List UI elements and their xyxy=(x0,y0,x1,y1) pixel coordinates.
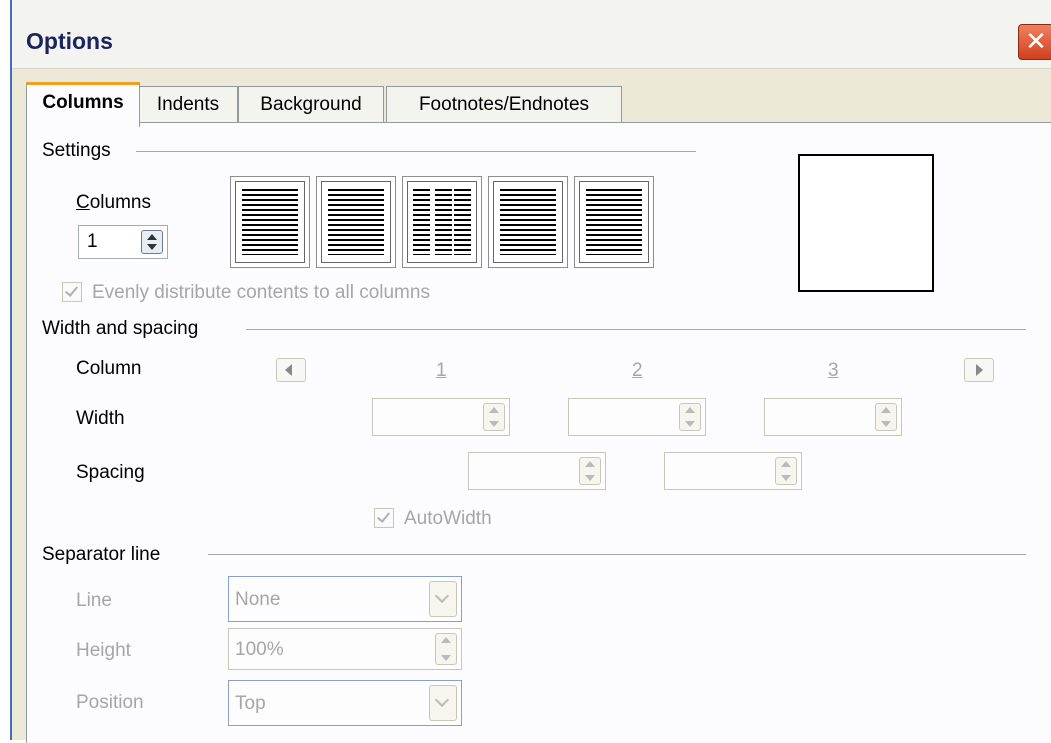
tab-footnotes-endnotes[interactable]: Footnotes/Endnotes xyxy=(386,86,622,123)
columns-stepper[interactable]: 1 xyxy=(78,225,168,259)
autowidth-checkbox[interactable] xyxy=(374,508,394,528)
spin-arrows-icon[interactable] xyxy=(435,633,457,665)
dropdown-arrow-icon[interactable] xyxy=(429,581,457,617)
preset-two-columns-left-wide[interactable] xyxy=(488,176,568,268)
column-number-2: 2 xyxy=(632,360,643,381)
options-dialog: Options ✕ Columns Indents Background Foo… xyxy=(10,0,1051,743)
spin-arrows-icon[interactable] xyxy=(579,457,601,485)
preset-three-columns[interactable] xyxy=(402,176,482,268)
tab-background[interactable]: Background xyxy=(238,86,384,123)
settings-divider xyxy=(136,151,696,152)
width-field-2[interactable] xyxy=(568,398,706,436)
line-value: None xyxy=(235,589,281,610)
height-value: 100% xyxy=(235,639,284,660)
width-field-3[interactable] xyxy=(764,398,902,436)
page-preview xyxy=(798,154,934,292)
height-label: Height xyxy=(76,640,131,661)
spin-arrows-icon[interactable] xyxy=(483,403,505,431)
columns-label: Columns xyxy=(76,192,151,213)
spin-arrows-icon[interactable] xyxy=(141,230,163,254)
position-value: Top xyxy=(235,693,266,714)
dialog-title: Options xyxy=(26,28,113,54)
arrow-left-icon[interactable] xyxy=(276,358,306,382)
spacing-label: Spacing xyxy=(76,462,145,483)
separator-heading: Separator line xyxy=(42,544,161,565)
spin-arrows-icon[interactable] xyxy=(775,457,797,485)
tab-label: Background xyxy=(260,94,362,115)
tab-label: Columns xyxy=(42,92,124,113)
column-label: Column xyxy=(76,358,142,379)
width-field-1[interactable] xyxy=(372,398,510,436)
width-spacing-divider xyxy=(246,329,1026,330)
settings-heading: Settings xyxy=(42,140,111,161)
spacing-field-2[interactable] xyxy=(664,452,802,490)
tab-label: Indents xyxy=(156,94,220,115)
tab-indents[interactable]: Indents xyxy=(138,86,238,123)
preset-one-column[interactable] xyxy=(230,176,310,268)
line-select[interactable]: None xyxy=(228,576,462,622)
columns-value: 1 xyxy=(87,231,98,252)
tab-label: Footnotes/Endnotes xyxy=(418,94,590,115)
evenly-distribute-checkbox[interactable] xyxy=(62,282,82,302)
width-label: Width xyxy=(76,408,125,429)
spin-arrows-icon[interactable] xyxy=(679,403,701,431)
autowidth-label: AutoWidth xyxy=(404,508,492,529)
close-icon: ✕ xyxy=(1025,26,1047,56)
line-label: Line xyxy=(76,590,112,611)
spacing-field-1[interactable] xyxy=(468,452,606,490)
column-number-1: 1 xyxy=(436,360,447,381)
dropdown-arrow-icon[interactable] xyxy=(429,685,457,721)
preset-two-columns-right-wide[interactable] xyxy=(574,176,654,268)
column-number-3: 3 xyxy=(828,360,839,381)
position-select[interactable]: Top xyxy=(228,680,462,726)
evenly-distribute-label: Evenly distribute contents to all column… xyxy=(92,282,430,303)
arrow-right-icon[interactable] xyxy=(964,358,994,382)
title-bar: Options ✕ xyxy=(12,0,1051,69)
height-field[interactable]: 100% xyxy=(228,628,462,670)
spin-arrows-icon[interactable] xyxy=(875,403,897,431)
tab-columns[interactable]: Columns xyxy=(26,82,140,127)
separator-divider xyxy=(208,554,1026,555)
close-button[interactable]: ✕ xyxy=(1018,24,1051,60)
width-spacing-heading: Width and spacing xyxy=(42,318,199,339)
position-label: Position xyxy=(76,692,144,713)
preset-two-columns[interactable] xyxy=(316,176,396,268)
